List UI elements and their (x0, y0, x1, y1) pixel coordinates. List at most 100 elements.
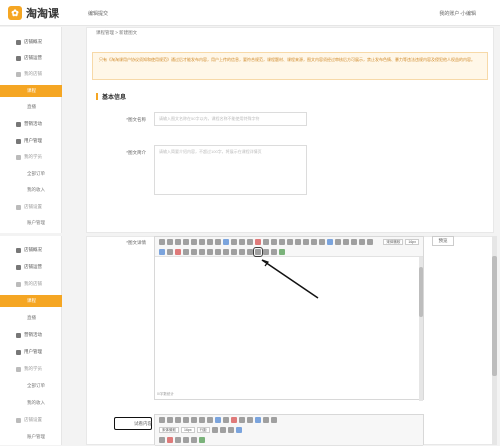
font-size-select[interactable]: 16px (405, 239, 419, 245)
list-ol-icon[interactable] (271, 239, 277, 245)
help-icon[interactable] (263, 249, 269, 255)
align-left-icon[interactable] (211, 427, 218, 433)
image-icon[interactable] (335, 239, 341, 245)
pagebreak-icon[interactable] (159, 437, 165, 443)
link-icon[interactable] (215, 417, 221, 423)
sidebar-item-orders[interactable]: 全部订单 (0, 168, 62, 180)
quote-icon[interactable] (223, 417, 229, 423)
video-icon[interactable] (351, 239, 357, 245)
rich-text-editor[interactable]: 宋体微软 16px 0/字数统计 (154, 236, 424, 401)
list-ul-icon[interactable] (279, 239, 285, 245)
fullscreen-icon[interactable] (199, 437, 205, 443)
source-icon[interactable] (159, 239, 165, 245)
scroll-thumb[interactable] (419, 267, 423, 317)
align-right-icon[interactable] (227, 427, 234, 433)
redo-icon[interactable] (175, 417, 181, 423)
sidebar-item-marketing[interactable]: 营销活动 (0, 329, 62, 341)
video-icon[interactable] (271, 417, 277, 423)
sidebar-item-my-shop[interactable]: 我的店铺 (0, 278, 62, 290)
undo-icon[interactable] (167, 417, 173, 423)
image-icon[interactable] (263, 417, 269, 423)
sidebar-item-students[interactable]: 我的学员 (0, 151, 62, 163)
font-family-select[interactable]: 宋体微软 (383, 239, 404, 245)
redo-icon[interactable] (175, 239, 181, 245)
spechars-icon[interactable] (207, 249, 213, 255)
clear-icon[interactable] (295, 239, 301, 245)
quote-icon[interactable] (231, 239, 237, 245)
sidebar-item-overview[interactable]: 店铺概况 (0, 36, 62, 48)
page-scroll-thumb[interactable] (492, 256, 497, 376)
editor-scrollbar[interactable] (419, 257, 423, 401)
italic-icon[interactable] (191, 239, 197, 245)
paragraph-icon[interactable] (311, 239, 317, 245)
sidebar-item-my-shop[interactable]: 我的店铺 (0, 68, 62, 80)
title-input[interactable]: 请输入图文名称在50字以内，课程名称不能使用特殊字符 (154, 112, 307, 126)
music-icon[interactable] (359, 239, 365, 245)
sidebar-item-income[interactable]: 我的收入 (0, 184, 62, 196)
sidebar-item-overview[interactable]: 店铺概况 (0, 244, 62, 256)
page-scrollbar[interactable] (492, 236, 497, 445)
strikethrough-icon[interactable] (207, 239, 213, 245)
content-editor[interactable]: 宋体微软 16px 行距 (154, 414, 424, 446)
strikethrough-icon[interactable] (207, 417, 213, 423)
preview-button[interactable]: 预览 (432, 236, 454, 246)
wordimage-icon[interactable] (223, 249, 229, 255)
time-icon[interactable] (199, 249, 205, 255)
sidebar-item-live[interactable]: 直播 (0, 101, 62, 113)
select-all-icon[interactable] (287, 239, 293, 245)
rowspacing-icon[interactable] (303, 239, 309, 245)
user-menu[interactable]: 我的账户·小编辑 (439, 10, 476, 17)
underline-icon[interactable] (199, 417, 205, 423)
anchor-icon[interactable] (235, 427, 242, 433)
list-ol-icon[interactable] (239, 417, 245, 423)
superscript-icon[interactable] (215, 239, 221, 245)
print-icon[interactable] (231, 249, 237, 255)
sidebar-item-live[interactable]: 直播 (0, 312, 62, 324)
font-family-select[interactable]: 宋体微软 (159, 427, 179, 433)
font-color-icon[interactable] (255, 239, 261, 245)
time-icon[interactable] (183, 437, 189, 443)
preview-icon[interactable] (239, 249, 245, 255)
font-color-icon[interactable] (231, 417, 237, 423)
logo[interactable]: ✿ 淘淘课 (8, 5, 59, 21)
template-icon[interactable] (175, 249, 181, 255)
sidebar-item-course[interactable]: 课程 (0, 295, 62, 307)
anchor-icon[interactable] (159, 249, 165, 255)
sidebar-item-users[interactable]: 用户管理 (0, 346, 62, 358)
undo-icon[interactable] (167, 239, 173, 245)
format-icon[interactable] (247, 239, 253, 245)
highlight-icon[interactable] (263, 239, 269, 245)
sidebar-item-operation[interactable]: 店铺运营 (0, 261, 62, 273)
sidebar-item-operation[interactable]: 店铺运营 (0, 52, 62, 64)
drafts-icon[interactable] (271, 249, 277, 255)
sidebar-item-shop-settings[interactable]: 店铺设置 (0, 201, 62, 213)
fullscreen-icon[interactable] (279, 249, 285, 255)
sidebar-item-course[interactable]: 课程 (0, 85, 62, 97)
sidebar-item-income[interactable]: 我的收入 (0, 397, 62, 409)
map-icon[interactable] (367, 239, 373, 245)
background-icon[interactable] (183, 249, 189, 255)
summary-textarea[interactable]: 请输入简要介绍内容，不超过100字，将展示在课程详情页 (154, 145, 307, 195)
source-icon[interactable] (159, 417, 165, 423)
sidebar-item-users[interactable]: 用户管理 (0, 135, 62, 147)
italic-icon[interactable] (191, 417, 197, 423)
template-icon[interactable] (167, 437, 173, 443)
list-ul-icon[interactable] (247, 417, 253, 423)
sidebar-item-students[interactable]: 我的学员 (0, 363, 62, 375)
code-icon[interactable] (239, 239, 245, 245)
pagebreak-icon[interactable] (167, 249, 173, 255)
sidebar-item-marketing[interactable]: 营销活动 (0, 118, 62, 130)
underline-icon[interactable] (199, 239, 205, 245)
line-height-select[interactable]: 行距 (196, 427, 210, 433)
insert-image-icon[interactable] (253, 247, 263, 257)
font-size-select[interactable]: 16px (181, 427, 195, 433)
date-icon[interactable] (191, 249, 197, 255)
table-icon[interactable] (255, 417, 261, 423)
sidebar-item-shop-settings[interactable]: 店铺设置 (0, 414, 62, 426)
bold-icon[interactable] (183, 417, 189, 423)
searchreplace-icon[interactable] (247, 249, 253, 255)
snapscreen-icon[interactable] (215, 249, 221, 255)
emotion-icon[interactable] (343, 239, 349, 245)
sidebar-item-orders[interactable]: 全部订单 (0, 380, 62, 392)
table-icon[interactable] (327, 239, 333, 245)
